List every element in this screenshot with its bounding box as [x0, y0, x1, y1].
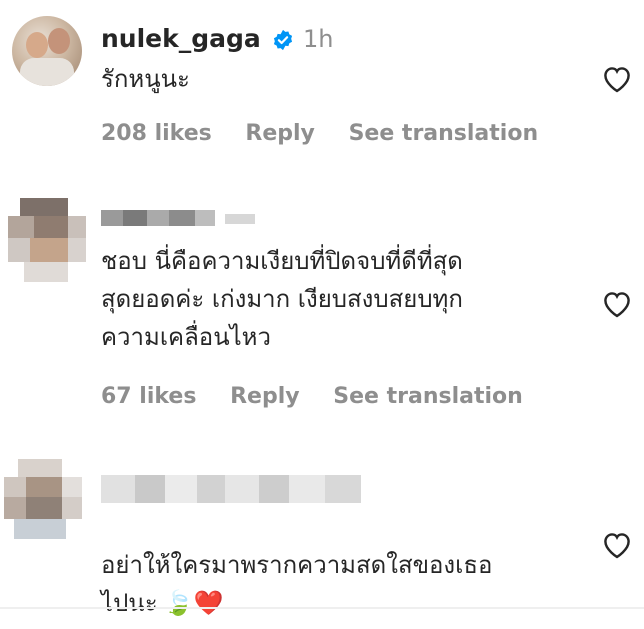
comment-timestamp: 1h [303, 25, 334, 53]
comment-text: อย่าให้ใครมาพรากความสดใสของเธอ ไปนะ 🍃❤️ [101, 551, 493, 617]
comment-item: nulek_gaga 1h รักหนูนะ 208 likes Reply S… [0, 0, 644, 170]
like-heart-icon[interactable] [600, 529, 634, 559]
reply-button[interactable]: Reply [245, 121, 315, 146]
avatar[interactable] [8, 198, 86, 282]
divider [0, 607, 644, 609]
like-heart-icon[interactable] [600, 288, 634, 318]
comment-item: อย่าให้ใครมาพรากความสดใสของเธอ ไปนะ 🍃❤️ [0, 455, 644, 617]
comment-actions: 67 likes Reply See translation [101, 384, 523, 409]
likes-count[interactable]: 67 likes [101, 384, 196, 409]
comment-username-blurred[interactable] [101, 210, 261, 226]
leaf-heart-emoji: 🍃❤️ [163, 589, 224, 617]
comment-username[interactable]: nulek_gaga [101, 24, 261, 53]
comment-actions: 208 likes Reply See translation [101, 121, 538, 146]
verified-badge-icon [273, 29, 293, 51]
avatar[interactable] [4, 459, 82, 539]
avatar[interactable] [12, 16, 82, 86]
see-translation-link[interactable]: See translation [349, 121, 539, 146]
comment-text: รักหนูนะ [101, 65, 190, 93]
like-heart-icon[interactable] [600, 63, 634, 93]
see-translation-link[interactable]: See translation [333, 384, 523, 409]
reply-button[interactable]: Reply [230, 384, 300, 409]
comment-username-blurred[interactable] [101, 475, 361, 503]
comment-text: ชอบ นี่คือความเงียบที่ปิดจบที่ดีที่สุด ส… [101, 247, 463, 351]
comment-item: ชอบ นี่คือความเงียบที่ปิดจบที่ดีที่สุด ส… [0, 190, 644, 420]
likes-count[interactable]: 208 likes [101, 121, 212, 146]
